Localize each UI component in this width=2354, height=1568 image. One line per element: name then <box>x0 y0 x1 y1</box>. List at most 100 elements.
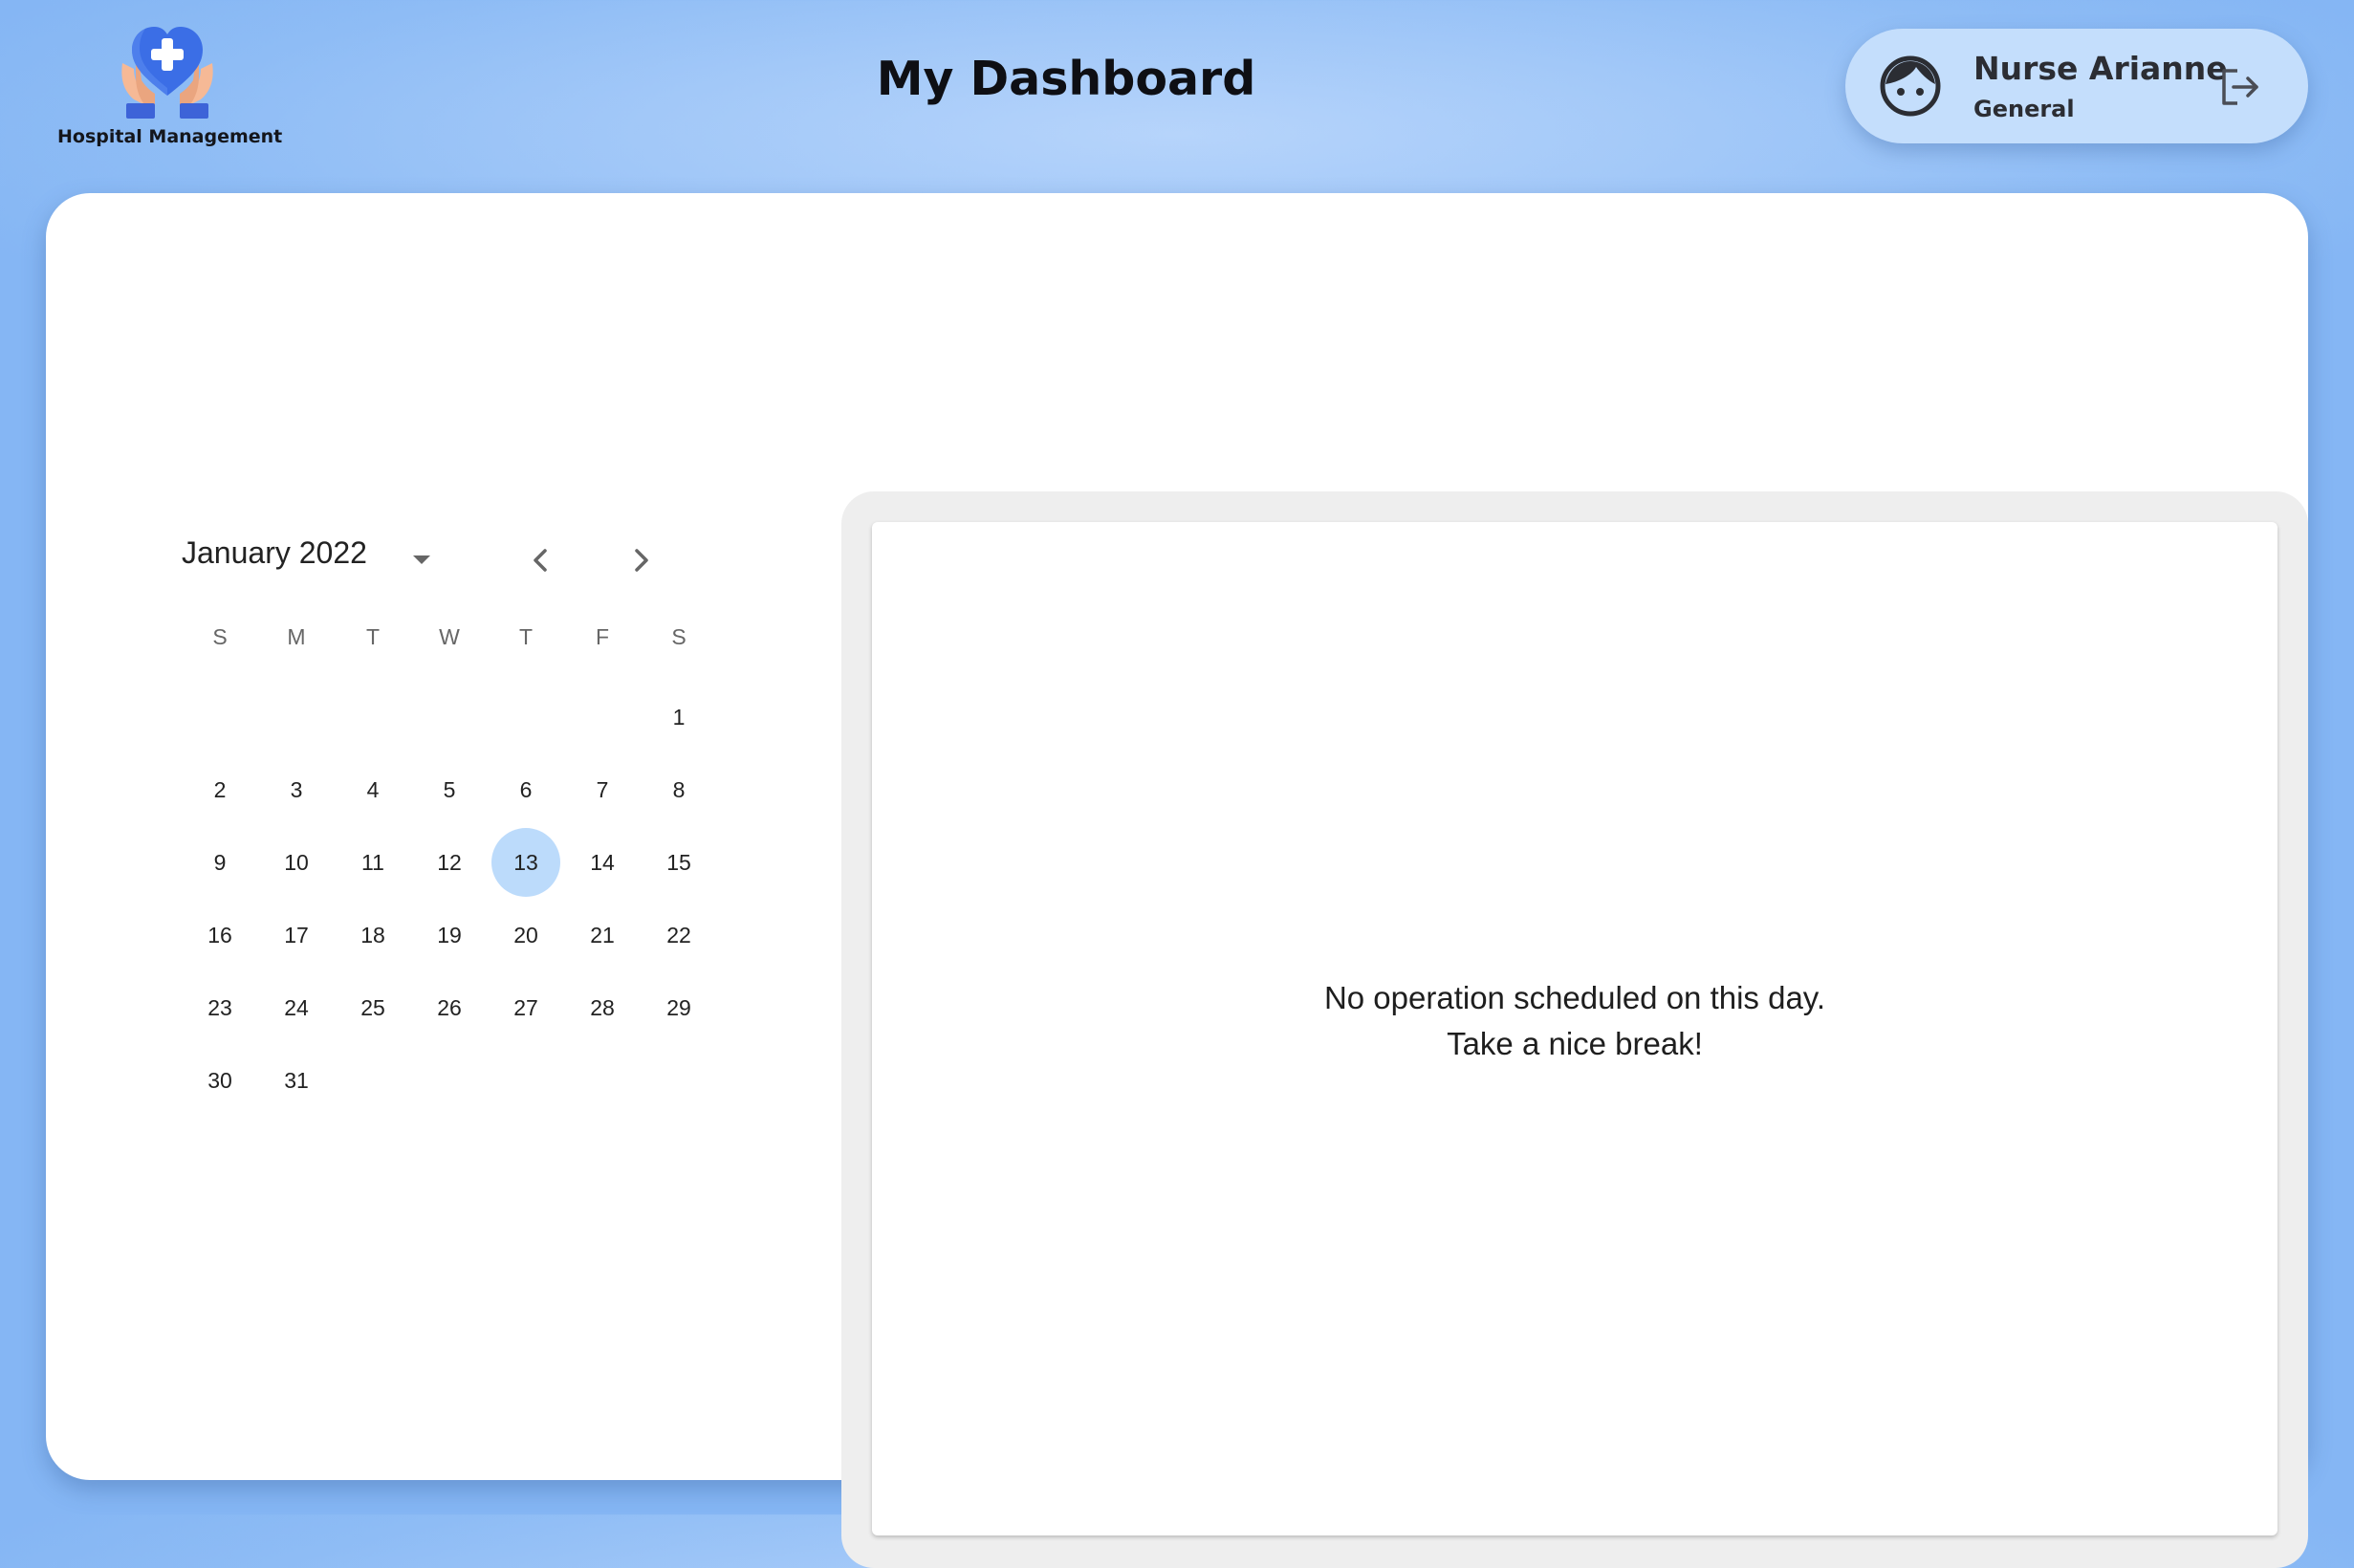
calendar-day[interactable]: 3 <box>258 759 335 832</box>
logout-icon[interactable] <box>2216 63 2264 111</box>
calendar-day-number: 15 <box>666 850 691 875</box>
calendar-day[interactable]: 4 <box>335 759 411 832</box>
calendar-day-number: 26 <box>437 995 462 1020</box>
calendar-day-number: 30 <box>207 1068 232 1093</box>
calendar-day-number: 8 <box>672 777 686 802</box>
calendar-day[interactable]: 10 <box>258 832 335 904</box>
weekday-label: T <box>365 624 381 649</box>
user-department: General <box>1973 96 2075 122</box>
calendar-weekday-row: S M T W T F S <box>182 618 717 656</box>
calendar-day[interactable]: 5 <box>411 759 488 832</box>
calendar-day-selected[interactable]: 13 <box>488 828 564 904</box>
calendar-blank-cell <box>488 686 564 759</box>
calendar-day-number: 1 <box>672 705 686 730</box>
empty-message-line: No operation scheduled on this day. <box>1323 980 1826 1015</box>
calendar-day-number: 19 <box>437 923 462 947</box>
empty-message-line: Take a nice break! <box>1447 1026 1703 1061</box>
calendar-day[interactable]: 1 <box>641 686 717 759</box>
logo-text: Hospital Management <box>57 126 283 147</box>
calendar-day[interactable]: 30 <box>182 1050 258 1122</box>
chevron-right-icon[interactable] <box>620 539 662 581</box>
calendar-day-number: 29 <box>666 995 691 1020</box>
calendar-day-number: 25 <box>360 995 385 1020</box>
calendar-month-year[interactable]: January 2022 <box>182 535 367 571</box>
calendar-day-number: 28 <box>590 995 615 1020</box>
main-content-card: January 2022 S M T W T F S 1 2 3 4 5 6 7 8 9 10 11… <box>46 193 2308 1568</box>
calendar-day[interactable]: 7 <box>564 759 641 832</box>
calendar-day-number: 22 <box>666 923 691 947</box>
calendar-day-number: 18 <box>360 923 385 947</box>
calendar-day-number: 12 <box>437 850 462 875</box>
calendar-day-number: 11 <box>361 850 384 875</box>
hospital-hands-heart-icon <box>121 27 213 119</box>
calendar-day-number: 7 <box>596 777 609 802</box>
weekday-label: F <box>595 624 610 649</box>
calendar-day-number: 31 <box>284 1068 309 1093</box>
calendar-blank-cell <box>258 686 335 759</box>
calendar-day[interactable]: 2 <box>182 759 258 832</box>
calendar-day[interactable]: 22 <box>641 904 717 977</box>
calendar-day-number: 13 <box>491 828 560 897</box>
calendar-day[interactable]: 14 <box>564 832 641 904</box>
page-title: My Dashboard <box>876 52 1256 106</box>
schedule-panel: No operation scheduled on this day. Take… <box>841 491 2308 1568</box>
weekday-label: W <box>439 624 460 649</box>
calendar-day-number: 14 <box>590 850 615 875</box>
date-calendar: January 2022 S M T W T F S 1 2 3 4 5 6 7 8 9 10 11… <box>132 526 744 1093</box>
calendar-day-number: 21 <box>590 923 615 947</box>
calendar-day[interactable]: 16 <box>182 904 258 977</box>
calendar-day[interactable]: 17 <box>258 904 335 977</box>
calendar-day[interactable]: 26 <box>411 977 488 1050</box>
caret-down-icon[interactable] <box>403 541 440 577</box>
calendar-day[interactable]: 19 <box>411 904 488 977</box>
calendar-days-grid: 1 2 3 4 5 6 7 8 9 10 11 12 13 14 15 16 17 18 19 20 21 22 23 24 2… <box>182 686 717 1122</box>
calendar-day-number: 27 <box>513 995 538 1020</box>
calendar-day-number: 3 <box>290 777 303 802</box>
calendar-day-number: 9 <box>213 850 227 875</box>
calendar-day[interactable]: 12 <box>411 832 488 904</box>
calendar-day-number: 20 <box>513 923 538 947</box>
calendar-blank-cell <box>411 686 488 759</box>
calendar-blank-cell <box>182 686 258 759</box>
calendar-day-number: 6 <box>519 777 533 802</box>
calendar-day[interactable]: 8 <box>641 759 717 832</box>
calendar-day[interactable]: 9 <box>182 832 258 904</box>
calendar-day-number: 2 <box>213 777 227 802</box>
app-logo[interactable]: Hospital Management <box>57 19 283 153</box>
calendar-day[interactable]: 24 <box>258 977 335 1050</box>
calendar-day-number: 24 <box>284 995 309 1020</box>
calendar-day[interactable]: 28 <box>564 977 641 1050</box>
weekday-label: S <box>212 624 228 649</box>
calendar-day[interactable]: 23 <box>182 977 258 1050</box>
calendar-month: January <box>182 535 291 570</box>
calendar-day[interactable]: 18 <box>335 904 411 977</box>
calendar-day[interactable]: 15 <box>641 832 717 904</box>
calendar-blank-cell <box>564 686 641 759</box>
calendar-day[interactable]: 6 <box>488 759 564 832</box>
user-name: Nurse Arianne <box>1973 50 2228 87</box>
weekday-label: M <box>287 624 306 649</box>
calendar-blank-cell <box>335 686 411 759</box>
empty-schedule-message: No operation scheduled on this day. Take… <box>872 975 2278 1067</box>
weekday-label: S <box>671 624 687 649</box>
face-icon <box>1880 55 1941 117</box>
calendar-day[interactable]: 31 <box>258 1050 335 1122</box>
calendar-header: January 2022 <box>132 526 744 606</box>
schedule-list: No operation scheduled on this day. Take… <box>872 522 2278 1535</box>
calendar-day-number: 10 <box>284 850 309 875</box>
calendar-day-number: 23 <box>207 995 232 1020</box>
calendar-day[interactable]: 21 <box>564 904 641 977</box>
calendar-day-number: 17 <box>284 923 309 947</box>
user-profile-card: Nurse Arianne General <box>1845 29 2308 143</box>
calendar-day-number: 5 <box>443 777 456 802</box>
calendar-day[interactable]: 25 <box>335 977 411 1050</box>
chevron-left-icon[interactable] <box>520 539 562 581</box>
calendar-day[interactable]: 20 <box>488 904 564 977</box>
calendar-day[interactable]: 11 <box>335 832 411 904</box>
calendar-day-number: 4 <box>366 777 380 802</box>
calendar-day[interactable]: 27 <box>488 977 564 1050</box>
weekday-label: T <box>518 624 534 649</box>
calendar-day[interactable]: 29 <box>641 977 717 1050</box>
calendar-day-number: 16 <box>207 923 232 947</box>
calendar-year: 2022 <box>298 535 367 570</box>
